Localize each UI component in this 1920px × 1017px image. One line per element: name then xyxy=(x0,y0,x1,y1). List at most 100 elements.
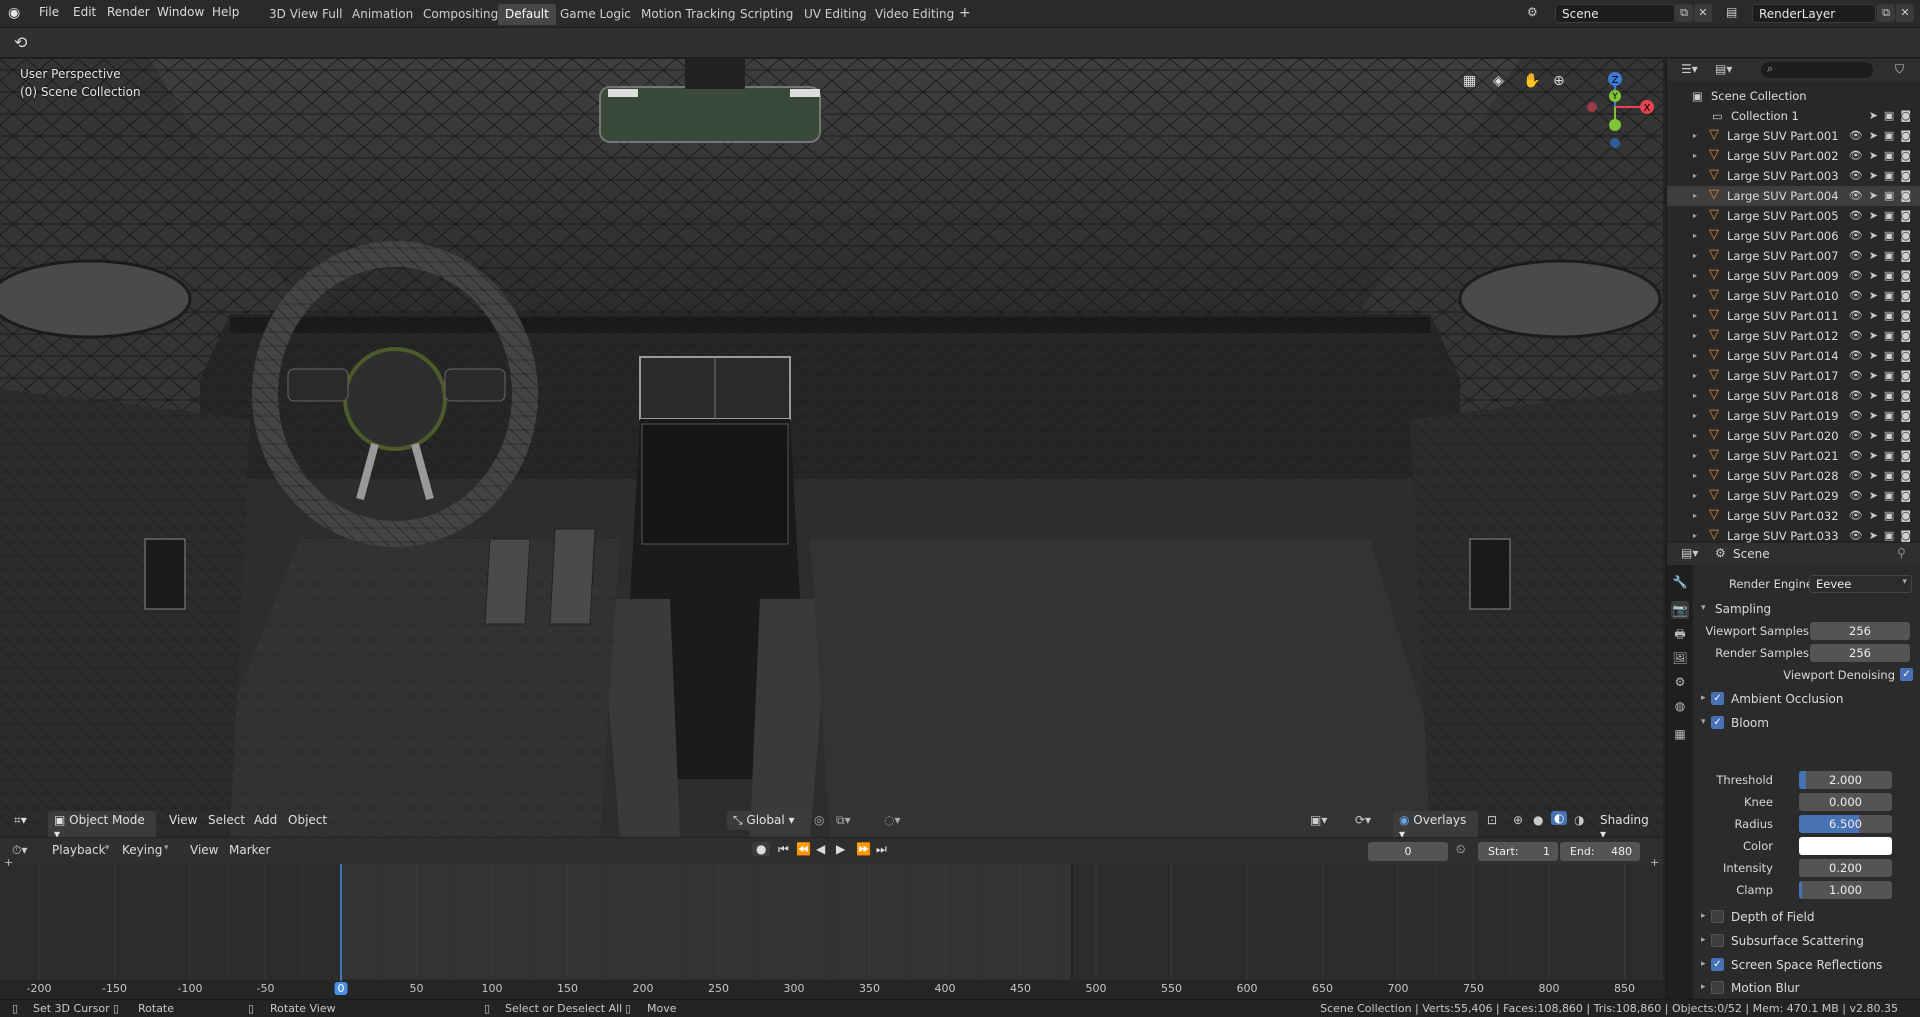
restrict-toggle-icons[interactable]: 👁➤▣◙ xyxy=(1849,329,1917,342)
timeline-editor[interactable]: ⏱▾ Playback ▾ Keying ▾ View Marker ● ⏮ ⏪… xyxy=(0,838,1663,999)
outliner-object-row[interactable]: ▸ ▽ Large SUV Part.017 👁➤▣◙ xyxy=(1667,366,1920,386)
shading-rendered-icon[interactable]: ◑ xyxy=(1574,813,1584,827)
jump-keyframe-back-icon[interactable]: ⏪ xyxy=(796,842,811,856)
view-layer-field[interactable]: RenderLayer xyxy=(1752,4,1876,23)
knee-slider[interactable]: 0.000 xyxy=(1799,793,1892,811)
outliner-object-row[interactable]: ▸ ▽ Large SUV Part.010 👁➤▣◙ xyxy=(1667,286,1920,306)
properties-editor-icon[interactable]: ▤▾ xyxy=(1681,546,1698,560)
collection-restrict-icons[interactable]: ➤▣◙ xyxy=(1869,109,1917,122)
new-view-layer-icon[interactable]: ⧉ xyxy=(1877,4,1895,22)
bloom-panel-header[interactable]: ▾ ✓ Bloom xyxy=(1693,712,1920,734)
expand-arrow-icon[interactable]: ▸ xyxy=(1693,171,1697,180)
properties-editor[interactable]: ▤▾ ⚙ Scene ⚲ 🔧 📷 🖶 🖼 ⚙ ◍ ▦ Render Engine… xyxy=(1666,543,1920,999)
outliner-object-row[interactable]: ▸ ▽ Large SUV Part.032 👁➤▣◙ xyxy=(1667,506,1920,526)
motion-blur-checkbox[interactable] xyxy=(1711,981,1724,994)
tab-animation[interactable]: Animation xyxy=(345,4,420,25)
outliner-object-row[interactable]: ▸ ▽ Large SUV Part.004 👁➤▣◙ xyxy=(1667,186,1920,206)
outliner[interactable]: ☰▾ ▤▾ ⌕ ⛉ ▣ Scene Collection ▭ Collectio… xyxy=(1666,59,1920,543)
depth-of-field-panel-header[interactable]: ▸ Depth of Field xyxy=(1693,906,1920,928)
tab-3d-view-full[interactable]: 3D View Full xyxy=(262,4,350,25)
viewport-menu-select[interactable]: Select xyxy=(202,811,251,829)
restrict-toggle-icons[interactable]: 👁➤▣◙ xyxy=(1849,429,1917,442)
current-frame-field[interactable]: 0 xyxy=(1368,842,1448,861)
tab-video-editing[interactable]: Video Editing xyxy=(868,4,961,25)
outliner-object-row[interactable]: ▸ ▽ Large SUV Part.009 👁➤▣◙ xyxy=(1667,266,1920,286)
menu-render[interactable]: Render xyxy=(107,5,150,19)
add-workspace-button[interactable]: + xyxy=(952,2,978,23)
threshold-slider[interactable]: 2.000 xyxy=(1799,771,1892,789)
restrict-toggle-icons[interactable]: 👁➤▣◙ xyxy=(1849,169,1917,182)
transform-orientation-dropdown[interactable]: ⤡ Global ▾ xyxy=(727,811,805,830)
pivot-icon[interactable]: ◎ xyxy=(814,813,824,827)
motion-blur-panel-header[interactable]: ▸ Motion Blur xyxy=(1693,977,1920,999)
outliner-object-row[interactable]: ▸ ▽ Large SUV Part.014 👁➤▣◙ xyxy=(1667,346,1920,366)
restrict-toggle-icons[interactable]: 👁➤▣◙ xyxy=(1849,389,1917,402)
new-scene-icon[interactable]: ⧉ xyxy=(1675,4,1693,22)
restrict-toggle-icons[interactable]: 👁➤▣◙ xyxy=(1849,249,1917,262)
menu-file[interactable]: File xyxy=(39,5,59,19)
tab-motion-tracking[interactable]: Motion Tracking xyxy=(634,4,742,25)
outliner-object-row[interactable]: ▸ ▽ Large SUV Part.028 👁➤▣◙ xyxy=(1667,466,1920,486)
outliner-object-row[interactable]: ▸ ▽ Large SUV Part.006 👁➤▣◙ xyxy=(1667,226,1920,246)
restrict-toggle-icons[interactable]: 👁➤▣◙ xyxy=(1849,489,1917,502)
object-visibility-icon[interactable]: ▣▾ xyxy=(1310,813,1327,827)
shading-solid-icon[interactable]: ● xyxy=(1533,813,1543,827)
timeline-area[interactable] xyxy=(0,864,1663,999)
restrict-toggle-icons[interactable]: 👁➤▣◙ xyxy=(1849,129,1917,142)
restrict-toggle-icons[interactable]: 👁➤▣◙ xyxy=(1849,229,1917,242)
end-frame-field[interactable]: End: 480 xyxy=(1560,842,1640,861)
outliner-object-row[interactable]: ▸ ▽ Large SUV Part.018 👁➤▣◙ xyxy=(1667,386,1920,406)
outliner-collection-row[interactable]: ▭ Collection 1 ➤▣◙ xyxy=(1667,106,1920,126)
tab-scripting[interactable]: Scripting xyxy=(733,4,800,25)
pin-icon[interactable]: ⚲ xyxy=(1897,546,1906,560)
delete-view-layer-icon[interactable]: ✕ xyxy=(1896,4,1914,22)
restrict-toggle-icons[interactable]: 👁➤▣◙ xyxy=(1849,189,1917,202)
expand-arrow-icon[interactable]: ▸ xyxy=(1693,251,1697,260)
tab-uv-editing[interactable]: UV Editing xyxy=(797,4,874,25)
ssr-panel-header[interactable]: ▸ ✓ Screen Space Reflections xyxy=(1693,954,1920,976)
tab-compositing[interactable]: Compositing xyxy=(416,4,505,25)
expand-arrow-icon[interactable]: ▸ xyxy=(1693,411,1697,420)
delete-scene-icon[interactable]: ✕ xyxy=(1694,4,1712,22)
scene-tab-icon[interactable]: ⚙ xyxy=(1671,673,1689,691)
timeline-menu-view[interactable]: View xyxy=(190,843,218,857)
expand-arrow-icon[interactable]: ▸ xyxy=(1693,271,1697,280)
restrict-toggle-icons[interactable]: 👁➤▣◙ xyxy=(1849,369,1917,382)
play-icon[interactable]: ▶ xyxy=(836,842,845,856)
outliner-object-row[interactable]: ▸ ▽ Large SUV Part.021 👁➤▣◙ xyxy=(1667,446,1920,466)
outliner-object-row[interactable]: ▸ ▽ Large SUV Part.007 👁➤▣◙ xyxy=(1667,246,1920,266)
outliner-object-row[interactable]: ▸ ▽ Large SUV Part.005 👁➤▣◙ xyxy=(1667,206,1920,226)
radius-slider[interactable]: 6.500 xyxy=(1799,815,1892,833)
editor-type-icon[interactable]: ⌗▾ xyxy=(14,813,27,828)
subsurface-checkbox[interactable] xyxy=(1711,934,1724,947)
preview-range-icon[interactable]: ⏲ xyxy=(1456,842,1465,857)
restrict-toggle-icons[interactable]: 👁➤▣◙ xyxy=(1849,469,1917,482)
blender-logo-icon[interactable]: ◉ xyxy=(8,5,20,21)
navigation-gizmo[interactable]: Z Y X xyxy=(1570,67,1660,157)
jump-start-icon[interactable]: ⏮ xyxy=(778,842,789,857)
timeline-right-plus-icon[interactable]: + xyxy=(1650,856,1659,869)
menu-edit[interactable]: Edit xyxy=(73,5,96,19)
restrict-toggle-icons[interactable]: 👁➤▣◙ xyxy=(1849,309,1917,322)
expand-arrow-icon[interactable]: ▸ xyxy=(1693,491,1697,500)
proportional-edit-icon[interactable]: ◌▾ xyxy=(884,813,901,827)
expand-arrow-icon[interactable]: ▸ xyxy=(1693,471,1697,480)
shading-dropdown[interactable]: Shading ▾ xyxy=(1594,811,1663,837)
restrict-toggle-icons[interactable]: 👁➤▣◙ xyxy=(1849,449,1917,462)
expand-arrow-icon[interactable]: ▸ xyxy=(1693,371,1697,380)
clamp-slider[interactable]: 1.000 xyxy=(1799,881,1892,899)
tab-default[interactable]: Default xyxy=(498,4,556,25)
expand-arrow-icon[interactable]: ▸ xyxy=(1693,451,1697,460)
timeline-menu-playback[interactable]: Playback xyxy=(52,843,106,857)
scene-icon[interactable]: ⚙ xyxy=(1527,5,1538,19)
ambient-occlusion-checkbox[interactable]: ✓ xyxy=(1711,692,1724,705)
outliner-object-row[interactable]: ▸ ▽ Large SUV Part.011 👁➤▣◙ xyxy=(1667,306,1920,326)
render-samples-field[interactable]: 256 xyxy=(1810,644,1910,662)
shading-material-icon[interactable]: ◐ xyxy=(1551,811,1568,825)
texture-tab-icon[interactable]: ▦ xyxy=(1671,725,1689,743)
menu-window[interactable]: Window xyxy=(157,5,204,19)
viewport-samples-field[interactable]: 256 xyxy=(1810,622,1910,640)
outliner-editor-icon[interactable]: ☰▾ xyxy=(1681,62,1698,76)
outliner-root-row[interactable]: ▣ Scene Collection xyxy=(1667,86,1920,106)
viewport-menu-object[interactable]: Object xyxy=(282,811,333,829)
